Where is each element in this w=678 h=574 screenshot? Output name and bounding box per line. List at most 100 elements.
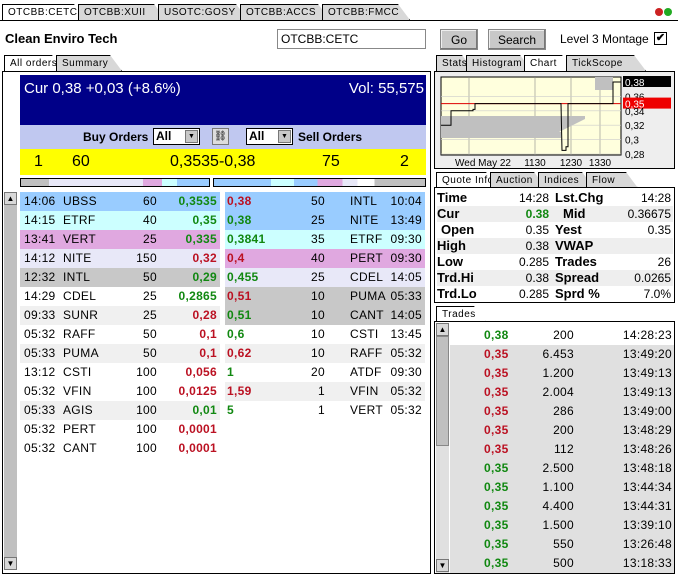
buy-order-row[interactable]: 13:12 CSTI 100 0,056 [20, 363, 220, 382]
chevron-down-icon: ▼ [185, 130, 198, 143]
sell-order-row[interactable]: 0,4 40 PERT 09:30 [225, 249, 425, 268]
order-size: 100 [136, 422, 157, 436]
scroll-down-icon[interactable]: ▼ [436, 559, 449, 572]
market-maker: PUMA [350, 289, 386, 303]
window-tab-otcbb-fmcc[interactable]: OTCBB:FMCC [322, 4, 410, 20]
buy-depth-bar [20, 178, 210, 187]
buy-order-row[interactable]: 14:12 NITE 150 0,32 [20, 249, 220, 268]
order-time: 14:05 [390, 270, 422, 284]
sell-order-row[interactable]: 5 1 VERT 05:32 [225, 401, 425, 420]
trade-size: 550 [553, 537, 574, 551]
trade-size: 1.100 [542, 480, 574, 494]
trade-row[interactable]: 0,35 286 13:49:00 [450, 402, 674, 421]
market-maker: SUNR [63, 308, 99, 322]
order-time: 13:41 [24, 232, 56, 246]
order-price: 0,01 [192, 403, 217, 417]
trade-row[interactable]: 0,35 200 13:48:29 [450, 421, 674, 440]
window-tab-otcbb-cetc[interactable]: OTCBB:CETC [2, 4, 86, 20]
divider [2, 71, 431, 72]
scroll-down-icon[interactable]: ▼ [4, 557, 17, 570]
trade-row[interactable]: 0,35 1.200 13:49:13 [450, 364, 674, 383]
trade-price: 0,35 [484, 499, 509, 513]
symbol-input[interactable] [277, 29, 426, 49]
tab-tickscope[interactable]: TickScope [566, 55, 646, 71]
market-maker: CDEL [350, 270, 384, 284]
sell-order-row[interactable]: 1 20 ATDF 09:30 [225, 363, 425, 382]
link-icon[interactable]: ⛓ [212, 128, 229, 145]
trades-scroll-thumb[interactable] [436, 336, 449, 446]
trade-row[interactable]: 0,35 2.004 13:49:13 [450, 383, 674, 402]
window-tab-otcbb-accs[interactable]: OTCBB:ACCS [240, 4, 330, 20]
order-time: 14:15 [24, 213, 56, 227]
buy-order-row[interactable]: 14:29 CDEL 25 0,2865 [20, 287, 220, 306]
order-size: 100 [136, 365, 157, 379]
sell-filter-select[interactable]: All ▼ [246, 128, 293, 145]
tab-indices[interactable]: Indices [538, 172, 594, 188]
sell-order-row[interactable]: 0,3841 35 ETRF 09:30 [225, 230, 425, 249]
trade-row[interactable]: 0,35 550 13:26:48 [450, 535, 674, 554]
buy-size: 60 [72, 153, 90, 170]
scroll-up-icon[interactable]: ▲ [4, 192, 17, 205]
trade-row[interactable]: 0,35 4.400 13:44:31 [450, 497, 674, 516]
window-tab-usotc-gosy[interactable]: USOTC:GOSY [158, 4, 248, 20]
sell-order-row[interactable]: 0,38 25 NITE 13:49 [225, 211, 425, 230]
trade-row[interactable]: 0,38 200 14:28:23 [450, 326, 674, 345]
buy-order-row[interactable]: 05:33 AGIS 100 0,01 [20, 401, 220, 420]
buy-order-row[interactable]: 14:06 UBSS 60 0,3535 [20, 192, 220, 211]
order-price: 0,2865 [178, 289, 217, 303]
sell-order-row[interactable]: 1,59 1 VFIN 05:32 [225, 382, 425, 401]
buy-order-row[interactable]: 05:32 VFIN 100 0,0125 [20, 382, 220, 401]
scroll-up-icon[interactable]: ▲ [436, 323, 449, 336]
sell-order-row[interactable]: 0,6 10 CSTI 13:45 [225, 325, 425, 344]
y-tick-label: 0,32 [625, 121, 645, 132]
tab-summary[interactable]: Summary [56, 55, 122, 71]
order-time: 05:33 [24, 403, 56, 417]
sell-order-row[interactable]: 0,38 50 INTL 10:04 [225, 192, 425, 211]
window-tab-otcbb-xuii[interactable]: OTCBB:XUII [78, 4, 166, 20]
level3-label: Level 3 Montage [560, 32, 649, 46]
order-price: 0,1 [199, 327, 217, 341]
order-size: 25 [143, 232, 157, 246]
trade-time: 13:49:00 [622, 404, 672, 418]
sell-order-row[interactable]: 0,455 25 CDEL 14:05 [225, 268, 425, 287]
buy-filter-value: All [156, 129, 172, 143]
buy-order-row[interactable]: 05:32 RAFF 50 0,1 [20, 325, 220, 344]
tab-trades[interactable]: Trades [436, 306, 486, 322]
trade-row[interactable]: 0,35 112 13:48:26 [450, 440, 674, 459]
tab-flow[interactable]: Flow [586, 172, 638, 188]
level3-checkbox[interactable]: ✔ [654, 32, 667, 45]
buy-order-row[interactable]: 13:41 VERT 25 0,335 [20, 230, 220, 249]
buy-order-row[interactable]: 14:15 ETRF 40 0,35 [20, 211, 220, 230]
trade-size: 6.453 [542, 347, 574, 361]
trade-row[interactable]: 0,35 500 13:18:33 [450, 554, 674, 573]
order-price: 0,3841 [227, 232, 266, 246]
order-size: 25 [143, 289, 157, 303]
buy-filter-select[interactable]: All ▼ [153, 128, 200, 145]
sell-order-row[interactable]: 0,51 10 PUMA 05:33 [225, 287, 425, 306]
trade-row[interactable]: 0,35 2.500 13:48:18 [450, 459, 674, 478]
tab-all-orders[interactable]: All orders [4, 55, 64, 71]
order-time: 10:04 [390, 194, 422, 208]
search-button[interactable]: Search [488, 29, 546, 50]
tab-histogram[interactable]: Histogram [466, 55, 532, 71]
tab-auction[interactable]: Auction [490, 172, 546, 188]
sell-order-row[interactable]: 0,51 10 CANT 14:05 [225, 306, 425, 325]
buy-order-row[interactable]: 05:33 PUMA 50 0,1 [20, 344, 220, 363]
tab-quote-info[interactable]: Quote Info [436, 172, 498, 188]
y-tick-label: 0,3 [625, 136, 639, 147]
go-button[interactable]: Go [440, 29, 478, 50]
buy-order-row[interactable]: 05:32 CANT 100 0,0001 [20, 439, 220, 458]
order-size: 150 [136, 251, 157, 265]
trade-row[interactable]: 0,35 1.100 13:44:34 [450, 478, 674, 497]
sell-order-row[interactable]: 0,62 10 RAFF 05:32 [225, 344, 425, 363]
orders-scrollbar[interactable] [4, 192, 17, 570]
trade-time: 13:48:18 [622, 461, 672, 475]
buy-order-row[interactable]: 12:32 INTL 50 0,29 [20, 268, 220, 287]
trade-price: 0,35 [484, 461, 509, 475]
buy-order-row[interactable]: 09:33 SUNR 25 0,28 [20, 306, 220, 325]
order-price: 0,3535 [178, 194, 217, 208]
order-time: 14:12 [24, 251, 56, 265]
buy-order-row[interactable]: 05:32 PERT 100 0,0001 [20, 420, 220, 439]
trade-row[interactable]: 0,35 1.500 13:39:10 [450, 516, 674, 535]
trade-row[interactable]: 0,35 6.453 13:49:20 [450, 345, 674, 364]
